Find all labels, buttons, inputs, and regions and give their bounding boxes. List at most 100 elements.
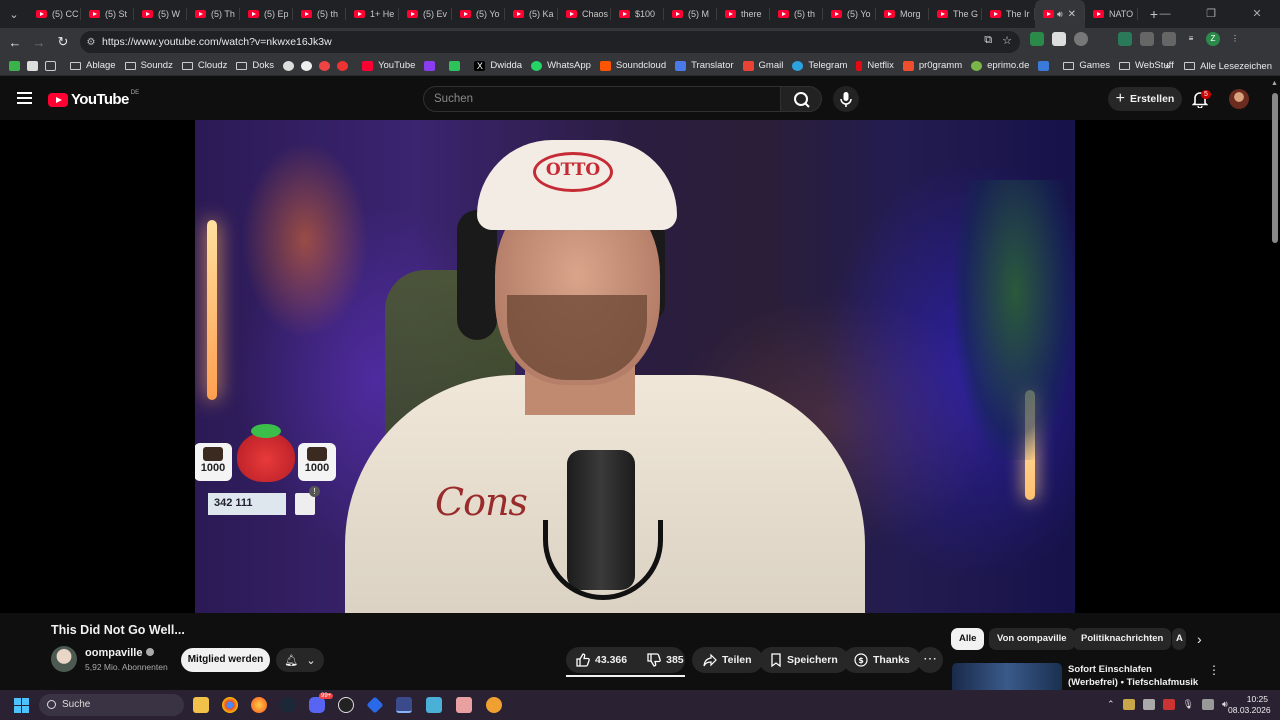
tray-overflow-icon[interactable]: ⌃ [1107,699,1115,710]
close-tab-icon[interactable]: ✕ [1068,9,1076,20]
apps-grid-icon[interactable] [45,60,61,71]
address-bar[interactable]: ⚙ https://www.youtube.com/watch?v=nkwxe1… [80,31,1020,53]
install-app-icon[interactable]: ⧉ [984,34,992,47]
extension-icon[interactable] [1140,32,1154,46]
vscode-icon[interactable] [396,697,412,713]
bookmark-app-icon[interactable] [9,60,25,71]
browser-tab[interactable]: The G [929,0,982,28]
bookmark-star-icon[interactable]: ☆ [1002,34,1012,47]
microphone-tray-icon[interactable]: 🎙︎ [1183,699,1194,710]
browser-tab[interactable]: (5) th [293,0,346,28]
browser-tab[interactable]: (5) St [81,0,134,28]
recommendation-menu-icon[interactable]: ⋮ [1208,663,1220,677]
chip-partial[interactable]: A [1172,628,1186,650]
browser-tab[interactable]: (5) CC [28,0,81,28]
create-button[interactable]: + Erstellen [1108,87,1182,111]
audio-playing-icon[interactable]: 🔊︎ [1057,9,1063,20]
browser-tab[interactable]: there [717,0,770,28]
channel-name[interactable]: oompaville [85,647,155,659]
taskbar-search[interactable]: Suche [39,694,184,716]
windows-start-icon[interactable] [14,698,29,713]
account-avatar[interactable] [1229,89,1249,109]
more-bookmarks-button[interactable]: » [1165,61,1170,72]
bookmark-pr0gramm[interactable]: pr0gramm [902,60,962,71]
tab-search-button[interactable]: ⌄ [0,0,28,28]
bookmark-cloudz[interactable]: Cloudz [181,60,227,71]
chip-from-channel[interactable]: Von oompaville [989,628,1075,650]
browser-tab[interactable]: (5) Th [187,0,240,28]
browser-tab[interactable]: (5) th [770,0,823,28]
menu-icon[interactable] [17,92,32,104]
bookmark-icon-only[interactable] [301,60,317,71]
bookmark-telegram[interactable]: Telegram [792,60,847,71]
bookmark-gmail[interactable]: Gmail [742,60,783,71]
chip-all[interactable]: Alle [951,628,985,650]
app-icon[interactable] [456,697,472,713]
video-player[interactable]: Cons OTTO 1000 1000 342 111 [195,120,1075,613]
bookmark-eprimo[interactable]: eprimo.de [971,60,1029,71]
chip-political-news[interactable]: Politiknachrichten [1073,628,1172,650]
bookmark-icon-only[interactable] [424,60,440,71]
browser-tab[interactable]: $100 [611,0,664,28]
chrome-icon[interactable] [222,697,238,713]
browser-tab[interactable]: (5) M [664,0,717,28]
browser-tab[interactable]: (5) Ka [505,0,558,28]
all-bookmarks-button[interactable]: Alle Lesezeichen [1184,61,1272,72]
firefox-icon[interactable] [251,697,267,713]
forward-button[interactable]: → [27,35,51,50]
app-icon[interactable] [366,696,384,714]
page-scrollbar[interactable] [1272,93,1278,243]
bookmark-doks[interactable]: Doks [236,60,274,71]
join-membership-button[interactable]: Mitglied werden [181,648,270,672]
browser-tab[interactable]: (5) W [134,0,187,28]
search-input[interactable]: Suchen [423,86,781,112]
notepad-icon[interactable] [426,697,442,713]
browser-tab[interactable]: (5) Ev [399,0,452,28]
browser-tab[interactable]: (5) Yo [823,0,876,28]
scroll-up-arrow[interactable]: ▲ [1271,80,1278,87]
reload-button[interactable]: ↻ [51,34,75,50]
extension-icon[interactable] [1118,32,1132,46]
bookmark-icon-only[interactable] [319,60,335,71]
taskbar-clock[interactable]: 10:25 08.03.2026 [1228,694,1271,716]
bookmark-dwidda[interactable]: X Dwidda [474,60,522,71]
extension-icon[interactable] [1096,32,1110,46]
bookmark-icon-only[interactable] [1038,60,1054,71]
search-button[interactable] [780,86,822,112]
recommendation-thumbnail[interactable] [952,663,1062,690]
browser-tab[interactable]: NATO [1085,0,1138,28]
save-button[interactable]: Speichern [759,647,849,673]
bookmark-soundcloud[interactable]: Soundcloud [599,60,666,71]
bookmark-soundz[interactable]: Soundz [124,60,173,71]
close-window-icon[interactable]: ✕ [1234,0,1280,28]
more-actions-button[interactable]: ⋯ [917,647,943,673]
like-button[interactable]: 43.366 [566,653,637,667]
browser-tab[interactable]: Morg [876,0,929,28]
back-button[interactable]: ← [3,35,27,50]
steam-icon[interactable] [280,697,296,713]
bookmark-icon-only[interactable] [283,60,299,71]
bookmark-netflix[interactable]: Netflix [856,60,894,71]
active-tab[interactable]: 🔊︎ ✕ [1035,0,1085,28]
maximize-icon[interactable]: ❐ [1188,0,1234,28]
bookmark-whatsapp[interactable]: WhatsApp [531,60,591,71]
browser-menu-icon[interactable]: ⋮ [1228,32,1242,46]
bookmark-app-icon[interactable] [27,60,43,71]
share-button[interactable]: Teilen [692,647,763,673]
network-icon[interactable] [1201,699,1214,710]
app-icon[interactable] [486,697,502,713]
browser-tab[interactable]: (5) Yo [452,0,505,28]
bookmark-icon-only[interactable] [449,60,465,71]
tray-app-icon[interactable] [1142,699,1155,710]
extensions-puzzle-icon[interactable] [1162,32,1176,46]
thanks-button[interactable]: $ Thanks [843,647,921,673]
extension-icon[interactable] [1074,32,1088,46]
volume-icon[interactable]: 🔊︎ [1222,699,1228,710]
youtube-logo[interactable]: YouTube DE [48,90,139,108]
site-info-icon[interactable]: ⚙ [80,37,102,48]
extension-icon[interactable] [1030,32,1044,46]
discord-icon[interactable] [309,697,325,713]
bookmark-youtube[interactable]: YouTube [362,60,415,71]
bookmark-icon-only[interactable] [337,60,353,71]
tray-app-icon[interactable] [1122,699,1135,710]
